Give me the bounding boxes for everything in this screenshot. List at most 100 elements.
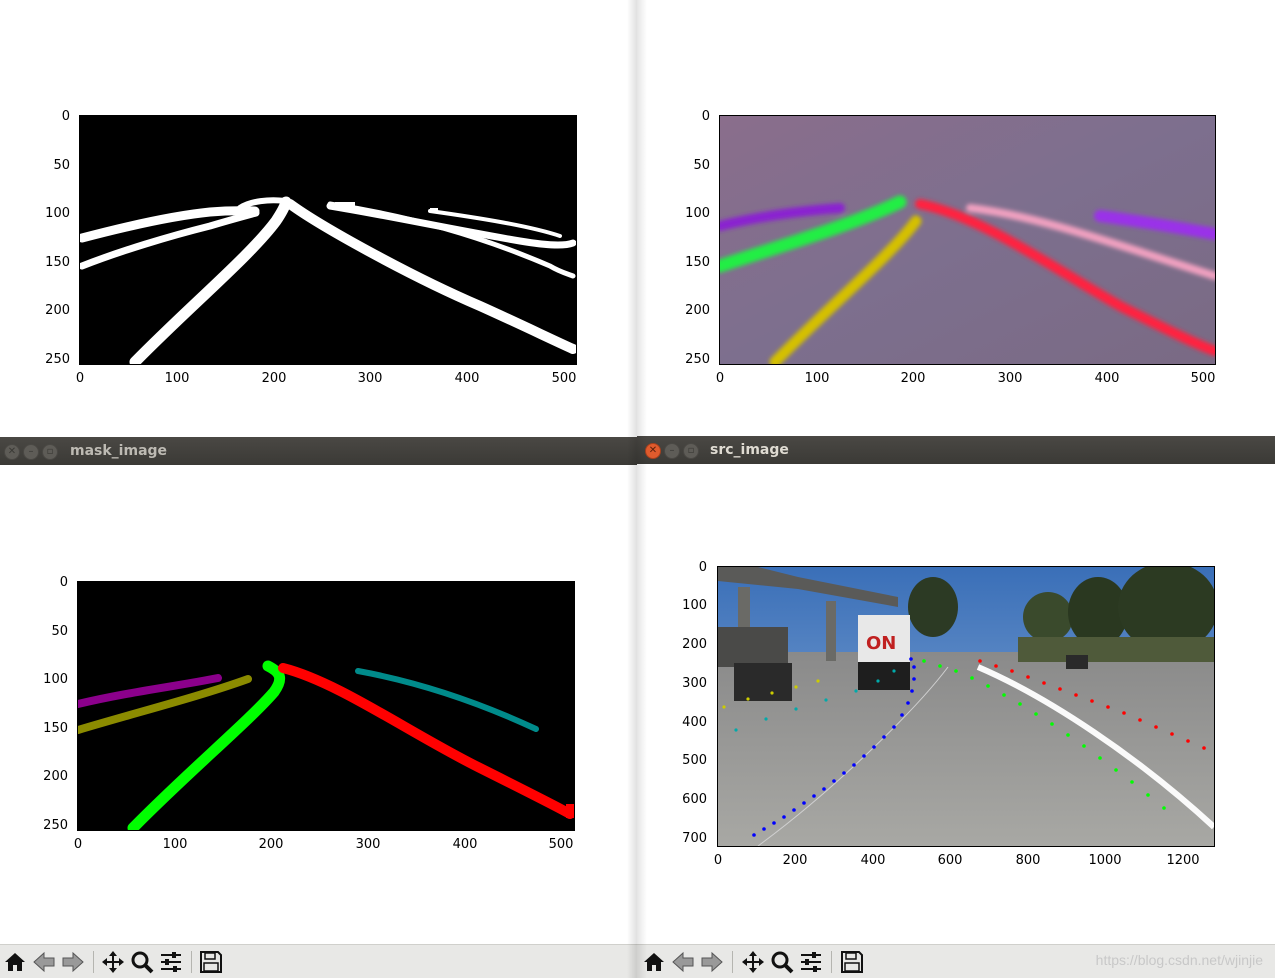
y-tick: 100 <box>43 672 68 687</box>
y-tick: 100 <box>45 206 70 221</box>
mask-window-titlebar[interactable]: ✕ – ▫ mask_image <box>0 437 637 465</box>
x-tick: 0 <box>73 837 83 852</box>
back-icon <box>672 951 694 973</box>
embedding-plot: 0 50 100 150 200 250 0 100 200 300 400 5… <box>638 0 1275 436</box>
y-tick: 0 <box>701 109 710 124</box>
x-tick: 800 <box>1015 853 1041 868</box>
home-button[interactable] <box>2 949 28 975</box>
window-shadow <box>637 0 647 978</box>
x-tick: 300 <box>357 371 383 386</box>
x-tick: 500 <box>1190 371 1216 386</box>
x-tick: 300 <box>355 837 381 852</box>
zoom-button[interactable] <box>129 949 155 975</box>
configure-icon <box>801 952 821 972</box>
y-tick: 250 <box>43 818 68 833</box>
y-tick: 200 <box>682 637 707 652</box>
y-tick: 700 <box>682 831 707 846</box>
home-icon <box>5 953 25 971</box>
maximize-icon: ▫ <box>46 446 54 457</box>
pan-button[interactable] <box>740 949 766 975</box>
toolbar-separator <box>191 951 192 973</box>
x-tick: 200 <box>261 371 287 386</box>
x-tick: 100 <box>164 371 190 386</box>
x-tick: 600 <box>937 853 963 868</box>
toolbar-separator <box>831 951 832 973</box>
y-tick: 100 <box>682 598 707 613</box>
zoom-button[interactable] <box>769 949 795 975</box>
minimize-icon: – <box>28 446 34 457</box>
y-tick: 250 <box>45 352 70 367</box>
zoom-icon <box>131 951 154 974</box>
y-tick: 250 <box>685 352 710 367</box>
minimize-button[interactable]: – <box>23 444 39 460</box>
close-icon: ✕ <box>648 445 658 456</box>
y-tick: 150 <box>45 255 70 270</box>
x-tick: 0 <box>715 371 725 386</box>
close-button[interactable]: ✕ <box>645 443 661 459</box>
y-tick: 200 <box>43 769 68 784</box>
pan-icon <box>102 951 124 973</box>
mask-image-window: ✕ – ▫ mask_image 0 50 100 150 200 250 0 … <box>0 437 637 978</box>
toolbar-separator <box>93 951 94 973</box>
back-button[interactable] <box>670 949 696 975</box>
save-icon <box>200 951 222 973</box>
window-title: src_image <box>710 442 789 458</box>
y-tick: 150 <box>43 721 68 736</box>
forward-button[interactable] <box>60 949 86 975</box>
back-icon <box>33 951 55 973</box>
configure-icon <box>161 952 181 972</box>
x-tick: 200 <box>782 853 808 868</box>
x-tick: 1200 <box>1166 853 1200 868</box>
forward-icon <box>62 951 84 973</box>
x-tick: 400 <box>860 853 886 868</box>
x-tick: 400 <box>454 371 480 386</box>
x-tick: 100 <box>162 837 188 852</box>
mask-axes <box>77 581 575 831</box>
window-shadow <box>627 0 637 978</box>
y-tick: 150 <box>685 255 710 270</box>
window-title: mask_image <box>70 443 168 459</box>
binary-plot: 0 50 100 150 200 250 0 100 200 300 400 5… <box>0 0 637 436</box>
close-button[interactable]: ✕ <box>4 444 20 460</box>
x-tick: 0 <box>713 853 723 868</box>
src-axes <box>717 566 1215 847</box>
x-tick: 200 <box>258 837 284 852</box>
forward-button[interactable] <box>699 949 725 975</box>
watermark: https://blog.csdn.net/wjinjie <box>1095 952 1263 968</box>
save-button[interactable] <box>198 949 224 975</box>
save-button[interactable] <box>839 949 865 975</box>
y-tick: 200 <box>685 303 710 318</box>
y-tick: 0 <box>698 560 707 575</box>
minimize-icon: – <box>669 445 675 456</box>
maximize-icon: ▫ <box>687 445 695 456</box>
src-plot: ON 0 100 200 300 400 500 600 700 0 200 4… <box>637 464 1275 944</box>
minimize-button[interactable]: – <box>664 443 680 459</box>
x-tick: 1000 <box>1088 853 1122 868</box>
maximize-button[interactable]: ▫ <box>683 443 699 459</box>
y-tick: 0 <box>61 109 70 124</box>
binary-figure-window: 0 50 100 150 200 250 0 100 200 300 400 5… <box>0 0 637 436</box>
embedding-figure-window: 0 50 100 150 200 250 0 100 200 300 400 5… <box>638 0 1275 436</box>
y-tick: 500 <box>682 753 707 768</box>
zoom-icon <box>771 951 794 974</box>
y-tick: 50 <box>693 158 710 173</box>
mask-toolbar <box>0 944 637 978</box>
y-tick: 300 <box>682 676 707 691</box>
y-tick: 50 <box>53 158 70 173</box>
configure-subplots-button[interactable] <box>798 949 824 975</box>
pan-icon <box>742 951 764 973</box>
embedding-axes <box>719 115 1216 365</box>
x-tick: 100 <box>804 371 830 386</box>
maximize-button[interactable]: ▫ <box>42 444 58 460</box>
configure-subplots-button[interactable] <box>158 949 184 975</box>
x-tick: 400 <box>1094 371 1120 386</box>
pan-button[interactable] <box>100 949 126 975</box>
mask-plot: 0 50 100 150 200 250 0 100 200 300 400 5… <box>0 465 637 944</box>
x-tick: 0 <box>75 371 85 386</box>
src-window-titlebar[interactable]: ✕ – ▫ src_image <box>637 436 1275 464</box>
back-button[interactable] <box>31 949 57 975</box>
y-tick: 0 <box>59 575 68 590</box>
y-tick: 400 <box>682 715 707 730</box>
x-tick: 300 <box>997 371 1023 386</box>
x-tick: 200 <box>900 371 926 386</box>
